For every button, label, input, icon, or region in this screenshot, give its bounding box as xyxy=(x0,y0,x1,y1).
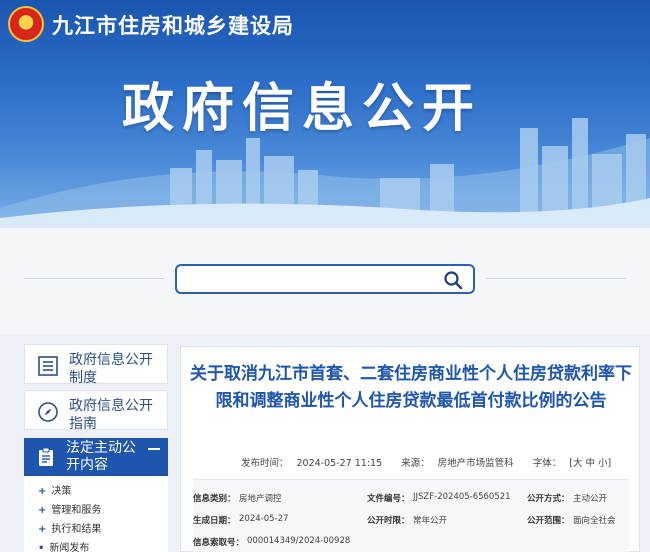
sidebar-subitem-management[interactable]: + 管理和服务 xyxy=(38,501,101,516)
article-panel: 关于取消九江市首套、二套住房商业性个人住房贷款利率下限和调整商业性个人住房贷款最… xyxy=(180,346,640,552)
sidebar-subitem-news[interactable]: • 新闻发布 xyxy=(38,539,89,552)
info-table: 信息类别： 房地产调控 文件编号： JJSZF-202405-6560521 公… xyxy=(193,479,629,552)
font-size-switch[interactable]: [大 中 小] xyxy=(569,458,611,469)
sidebar-sub-list: + 决策 + 管理和服务 + 执行和结果 • 新闻发布 xyxy=(24,476,168,552)
sidebar-item-label: 政府信息公开指南 xyxy=(69,398,153,432)
info-date: 2024-05-27 xyxy=(239,514,289,524)
sidebar-item-label: 法定主动公开内容 xyxy=(66,440,136,473)
sidebar-item-label: 政府信息公开制度 xyxy=(69,352,153,386)
article-meta: 发布时间： 2024-05-27 11:15 来源： 房地产市场监管科 字体： [大 … xyxy=(241,458,612,469)
info-index: 000014349/2024-00928 xyxy=(247,536,351,546)
clipboard-icon xyxy=(39,447,53,466)
info-category: 房地产调控 xyxy=(239,494,282,504)
info-scope: 面向全社会 xyxy=(573,516,616,526)
divider-left xyxy=(24,278,164,279)
banner-title: 政府信息公开 xyxy=(122,78,483,139)
sidebar-subitem-execution[interactable]: + 执行和结果 xyxy=(38,520,101,535)
search-icon[interactable] xyxy=(443,270,463,290)
site-name[interactable]: 九江市住房和城乡建设局 xyxy=(52,10,294,40)
article-title: 关于取消九江市首套、二套住房商业性个人住房贷款利率下限和调整商业性个人住房贷款最… xyxy=(190,364,632,411)
info-period: 常年公开 xyxy=(413,516,448,526)
divider-right xyxy=(486,278,626,279)
plus-icon: + xyxy=(38,486,47,497)
info-method: 主动公开 xyxy=(573,494,608,504)
document-list-icon xyxy=(38,356,58,376)
info-doc-no: JJSZF-202405-6560521 xyxy=(413,492,511,502)
sidebar-item-disclosure-guide[interactable]: 政府信息公开指南 xyxy=(24,390,168,432)
article-source: 房地产市场监管科 xyxy=(437,458,514,469)
bullet-icon: • xyxy=(38,543,45,552)
publish-time: 2024-05-27 11:15 xyxy=(296,458,383,469)
sidebar-subitem-decision[interactable]: + 决策 xyxy=(38,482,71,497)
plus-icon: + xyxy=(38,505,47,516)
collapse-icon[interactable] xyxy=(148,448,160,450)
sidebar-item-disclosure-system[interactable]: 政府信息公开制度 xyxy=(24,344,168,386)
compass-icon xyxy=(38,402,58,422)
sidebar-item-statutory-disclosure[interactable]: 法定主动公开内容 xyxy=(24,438,168,476)
banner: 九江市住房和城乡建设局 政府信息公开 xyxy=(0,0,650,228)
search-input[interactable] xyxy=(185,270,435,288)
search-box[interactable] xyxy=(175,264,475,294)
plus-icon: + xyxy=(38,524,47,535)
national-emblem-icon xyxy=(8,6,44,42)
